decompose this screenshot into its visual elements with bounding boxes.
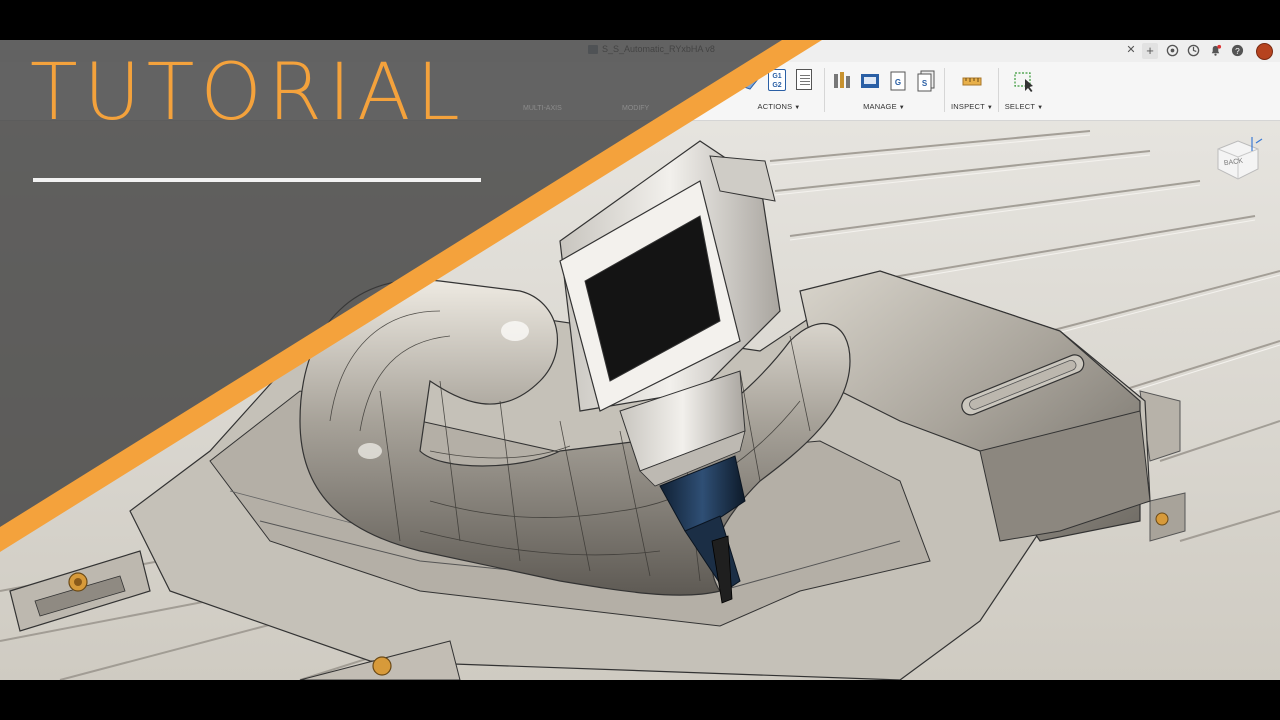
tool-library-icon[interactable] bbox=[831, 69, 853, 93]
setup-sheet-icon[interactable] bbox=[796, 69, 818, 93]
video-frame: S_S_Automatic_RYxbHA v8 ✕ + ? G1 G2 ACTIO… bbox=[0, 0, 1280, 720]
group-label-select: SELECT bbox=[1004, 102, 1036, 111]
tutorial-title: TUTORIAL bbox=[30, 48, 466, 138]
letterbox-bottom bbox=[0, 680, 1280, 720]
toolbar-group-manage[interactable]: G S MANAGE ▼ bbox=[828, 66, 940, 116]
toolbar-group-inspect[interactable]: INSPECT ▼ bbox=[948, 66, 996, 116]
job-status-icon[interactable] bbox=[1187, 44, 1200, 57]
group-label-manage: MANAGE bbox=[863, 102, 897, 111]
toolbar-divider bbox=[824, 68, 825, 112]
machine-library-icon[interactable] bbox=[859, 69, 881, 93]
close-tab-button[interactable]: ✕ bbox=[1124, 43, 1138, 57]
toolbar-divider bbox=[944, 68, 945, 112]
new-tab-button[interactable]: + bbox=[1142, 43, 1158, 59]
machine-simulation-scene bbox=[0, 121, 1280, 680]
extensions-icon[interactable] bbox=[1166, 44, 1179, 57]
toolbar-divider bbox=[998, 68, 999, 112]
toolbar-group-actions[interactable]: G1 G2 ACTIONS ▼ bbox=[735, 66, 823, 116]
simulate-icon[interactable] bbox=[740, 69, 762, 93]
svg-text:?: ? bbox=[1235, 46, 1240, 56]
help-icon[interactable]: ? bbox=[1231, 44, 1244, 57]
document-tab-title: S_S_Automatic_RYxbHA v8 bbox=[602, 44, 715, 54]
group-label-actions: ACTIONS bbox=[757, 102, 793, 111]
post-library-icon[interactable]: G bbox=[887, 69, 909, 93]
group-label-inspect: INSPECT bbox=[950, 102, 985, 111]
template-library-icon[interactable]: S bbox=[915, 69, 937, 93]
document-icon bbox=[588, 44, 598, 54]
letterbox-top bbox=[0, 0, 1280, 40]
select-window-icon[interactable] bbox=[1013, 69, 1035, 93]
post-process-icon[interactable]: G1 G2 bbox=[768, 69, 790, 93]
svg-text:S: S bbox=[922, 79, 928, 88]
document-tab[interactable]: S_S_Automatic_RYxbHA v8 bbox=[588, 44, 715, 54]
tutorial-underline bbox=[33, 178, 481, 182]
measure-icon[interactable] bbox=[961, 69, 983, 93]
toolbar-group-select[interactable]: SELECT ▼ bbox=[1002, 66, 1046, 116]
notifications-icon[interactable] bbox=[1209, 44, 1222, 57]
3d-viewport[interactable]: BACK bbox=[0, 121, 1280, 680]
svg-text:G: G bbox=[895, 78, 901, 87]
user-avatar[interactable] bbox=[1256, 43, 1273, 60]
